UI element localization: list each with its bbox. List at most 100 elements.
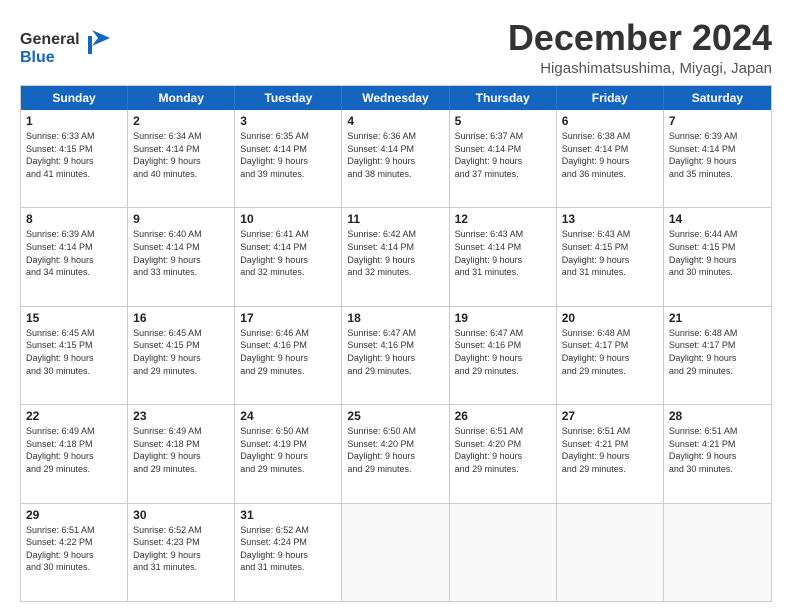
svg-text:General: General — [20, 31, 80, 48]
cell-sun-info: Sunrise: 6:52 AMSunset: 4:23 PMDaylight:… — [133, 524, 229, 574]
page: General Blue December 2024 Higashimatsus… — [0, 0, 792, 612]
svg-text:Blue: Blue — [20, 49, 55, 66]
cell-sun-info: Sunrise: 6:49 AMSunset: 4:18 PMDaylight:… — [133, 425, 229, 475]
day-number: 7 — [669, 114, 766, 128]
day-cell-21: 21 Sunrise: 6:48 AMSunset: 4:17 PMDayligh… — [664, 307, 771, 404]
cell-sun-info: Sunrise: 6:41 AMSunset: 4:14 PMDaylight:… — [240, 228, 336, 278]
cell-sun-info: Sunrise: 6:42 AMSunset: 4:14 PMDaylight:… — [347, 228, 443, 278]
empty-cell — [664, 504, 771, 601]
week-row-2: 8Sunrise: 6:39 AMSunset: 4:14 PMDaylight… — [21, 207, 771, 305]
day-cell-22: 22Sunrise: 6:49 AMSunset: 4:18 PMDayligh… — [21, 405, 128, 502]
day-number: 2 — [133, 114, 229, 128]
title-block: December 2024 Higashimatsushima, Miyagi,… — [508, 18, 772, 77]
day-number: 21 — [669, 311, 766, 325]
day-number: 22 — [26, 409, 122, 423]
cell-sun-info: Sunrise: 6:51 AMSunset: 4:22 PMDaylight:… — [26, 524, 122, 574]
calendar-body: 1Sunrise: 6:33 AMSunset: 4:15 PMDaylight… — [21, 110, 771, 601]
day-cell-6: 6 Sunrise: 6:38 AMSunset: 4:14 PMDaylight… — [557, 110, 664, 207]
day-number: 31 — [240, 508, 336, 522]
cell-sun-info: Sunrise: 6:51 AMSunset: 4:21 PMDaylight:… — [562, 425, 658, 475]
day-number: 6 — [562, 114, 658, 128]
day-cell-4: 4 Sunrise: 6:36 AMSunset: 4:14 PMDaylight… — [342, 110, 449, 207]
cell-sun-info: Sunrise: 6:34 AMSunset: 4:14 PMDaylight:… — [133, 130, 229, 180]
day-number: 5 — [455, 114, 551, 128]
day-cell-1: 1Sunrise: 6:33 AMSunset: 4:15 PMDaylight… — [21, 110, 128, 207]
day-number: 27 — [562, 409, 658, 423]
day-number: 12 — [455, 212, 551, 226]
day-number: 20 — [562, 311, 658, 325]
day-cell-15: 15Sunrise: 6:45 AMSunset: 4:15 PMDayligh… — [21, 307, 128, 404]
cell-sun-info: Sunrise: 6:38 AMSunset: 4:14 PMDaylight:… — [562, 130, 658, 180]
day-cell-16: 16 Sunrise: 6:45 AMSunset: 4:15 PMDayligh… — [128, 307, 235, 404]
cell-sun-info: Sunrise: 6:47 AMSunset: 4:16 PMDaylight:… — [347, 327, 443, 377]
cell-sun-info: Sunrise: 6:39 AMSunset: 4:14 PMDaylight:… — [26, 228, 122, 278]
day-number: 11 — [347, 212, 443, 226]
day-header-sunday: Sunday — [21, 86, 128, 110]
day-number: 25 — [347, 409, 443, 423]
day-cell-13: 13 Sunrise: 6:43 AMSunset: 4:15 PMDayligh… — [557, 208, 664, 305]
day-number: 1 — [26, 114, 122, 128]
day-header-thursday: Thursday — [450, 86, 557, 110]
day-header-tuesday: Tuesday — [235, 86, 342, 110]
day-number: 13 — [562, 212, 658, 226]
day-cell-18: 18 Sunrise: 6:47 AMSunset: 4:16 PMDayligh… — [342, 307, 449, 404]
day-number: 28 — [669, 409, 766, 423]
day-number: 9 — [133, 212, 229, 226]
day-cell-9: 9Sunrise: 6:40 AMSunset: 4:14 PMDaylight… — [128, 208, 235, 305]
cell-sun-info: Sunrise: 6:43 AMSunset: 4:15 PMDaylight:… — [562, 228, 658, 278]
cell-sun-info: Sunrise: 6:37 AMSunset: 4:14 PMDaylight:… — [455, 130, 551, 180]
empty-cell — [342, 504, 449, 601]
cell-sun-info: Sunrise: 6:51 AMSunset: 4:20 PMDaylight:… — [455, 425, 551, 475]
cell-sun-info: Sunrise: 6:48 AMSunset: 4:17 PMDaylight:… — [669, 327, 766, 377]
day-cell-30: 30 Sunrise: 6:52 AMSunset: 4:23 PMDayligh… — [128, 504, 235, 601]
day-number: 23 — [133, 409, 229, 423]
day-cell-27: 27 Sunrise: 6:51 AMSunset: 4:21 PMDayligh… — [557, 405, 664, 502]
cell-sun-info: Sunrise: 6:35 AMSunset: 4:14 PMDaylight:… — [240, 130, 336, 180]
day-cell-2: 2 Sunrise: 6:34 AMSunset: 4:14 PMDaylight… — [128, 110, 235, 207]
day-cell-31: 31 Sunrise: 6:52 AMSunset: 4:24 PMDayligh… — [235, 504, 342, 601]
day-cell-8: 8Sunrise: 6:39 AMSunset: 4:14 PMDaylight… — [21, 208, 128, 305]
cell-sun-info: Sunrise: 6:45 AMSunset: 4:15 PMDaylight:… — [133, 327, 229, 377]
calendar: SundayMondayTuesdayWednesdayThursdayFrid… — [20, 85, 772, 602]
day-number: 18 — [347, 311, 443, 325]
empty-cell — [557, 504, 664, 601]
week-row-3: 15Sunrise: 6:45 AMSunset: 4:15 PMDayligh… — [21, 306, 771, 404]
day-cell-26: 26 Sunrise: 6:51 AMSunset: 4:20 PMDayligh… — [450, 405, 557, 502]
week-row-1: 1Sunrise: 6:33 AMSunset: 4:15 PMDaylight… — [21, 110, 771, 207]
week-row-5: 29Sunrise: 6:51 AMSunset: 4:22 PMDayligh… — [21, 503, 771, 601]
subtitle: Higashimatsushima, Miyagi, Japan — [508, 60, 772, 77]
cell-sun-info: Sunrise: 6:52 AMSunset: 4:24 PMDaylight:… — [240, 524, 336, 574]
day-cell-19: 19 Sunrise: 6:47 AMSunset: 4:16 PMDayligh… — [450, 307, 557, 404]
cell-sun-info: Sunrise: 6:46 AMSunset: 4:16 PMDaylight:… — [240, 327, 336, 377]
cell-sun-info: Sunrise: 6:43 AMSunset: 4:14 PMDaylight:… — [455, 228, 551, 278]
cell-sun-info: Sunrise: 6:47 AMSunset: 4:16 PMDaylight:… — [455, 327, 551, 377]
day-number: 16 — [133, 311, 229, 325]
day-number: 14 — [669, 212, 766, 226]
week-row-4: 22 Sunrise: 6:49 AMSunset: 4:18 PMDayligh… — [21, 404, 771, 502]
day-cell-11: 11 Sunrise: 6:42 AMSunset: 4:14 PMDayligh… — [342, 208, 449, 305]
day-cell-17: 17Sunrise: 6:46 AMSunset: 4:16 PMDayligh… — [235, 307, 342, 404]
day-number: 4 — [347, 114, 443, 128]
day-number: 30 — [133, 508, 229, 522]
day-number: 19 — [455, 311, 551, 325]
cell-sun-info: Sunrise: 6:36 AMSunset: 4:14 PMDaylight:… — [347, 130, 443, 180]
day-number: 26 — [455, 409, 551, 423]
day-cell-5: 5 Sunrise: 6:37 AMSunset: 4:14 PMDaylight… — [450, 110, 557, 207]
day-cell-10: 10Sunrise: 6:41 AMSunset: 4:14 PMDayligh… — [235, 208, 342, 305]
calendar-header: SundayMondayTuesdayWednesdayThursdayFrid… — [21, 86, 771, 110]
day-cell-24: 24Sunrise: 6:50 AMSunset: 4:19 PMDayligh… — [235, 405, 342, 502]
day-header-saturday: Saturday — [664, 86, 771, 110]
day-number: 3 — [240, 114, 336, 128]
day-cell-12: 12 Sunrise: 6:43 AMSunset: 4:14 PMDayligh… — [450, 208, 557, 305]
day-cell-23: 23 Sunrise: 6:49 AMSunset: 4:18 PMDayligh… — [128, 405, 235, 502]
day-cell-29: 29Sunrise: 6:51 AMSunset: 4:22 PMDayligh… — [21, 504, 128, 601]
header: General Blue December 2024 Higashimatsus… — [20, 18, 772, 77]
logo: General Blue — [20, 22, 115, 77]
day-cell-3: 3 Sunrise: 6:35 AMSunset: 4:14 PMDaylight… — [235, 110, 342, 207]
logo-text: General Blue — [20, 22, 115, 77]
day-cell-25: 25Sunrise: 6:50 AMSunset: 4:20 PMDayligh… — [342, 405, 449, 502]
day-header-friday: Friday — [557, 86, 664, 110]
cell-sun-info: Sunrise: 6:48 AMSunset: 4:17 PMDaylight:… — [562, 327, 658, 377]
day-cell-14: 14Sunrise: 6:44 AMSunset: 4:15 PMDayligh… — [664, 208, 771, 305]
day-cell-7: 7Sunrise: 6:39 AMSunset: 4:14 PMDaylight… — [664, 110, 771, 207]
